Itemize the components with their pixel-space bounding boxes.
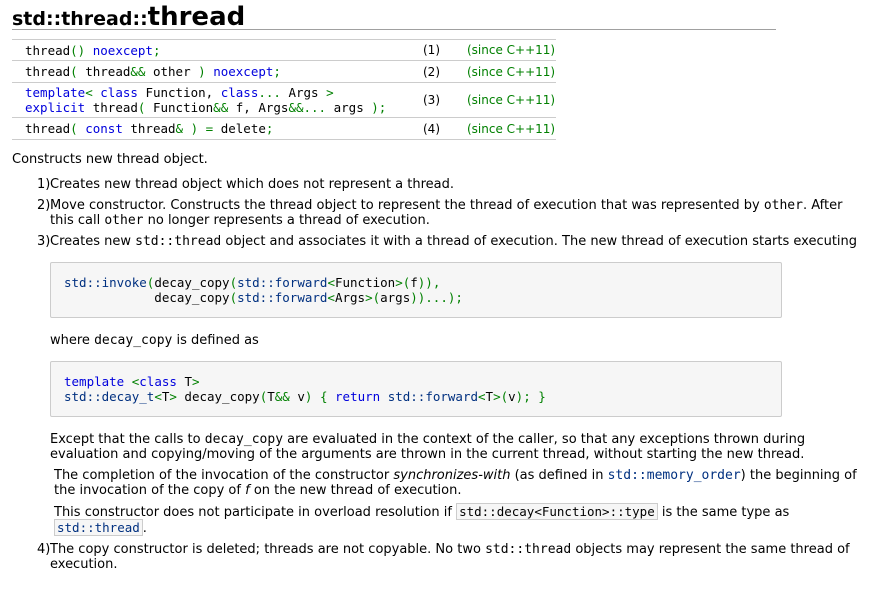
item-marker: 2) bbox=[37, 198, 51, 213]
item-text: The copy constructor is deleted; threads… bbox=[50, 542, 481, 557]
inline-code: std::thread bbox=[485, 542, 572, 557]
para-text: f bbox=[245, 483, 250, 498]
item-text: Move constructor. Constructs the thread … bbox=[50, 198, 760, 213]
item-marker: 1) bbox=[37, 177, 51, 192]
page-title: std::thread::thread bbox=[12, 0, 776, 32]
declaration-number: (4) bbox=[423, 117, 467, 140]
para-text: is the same type as bbox=[661, 505, 790, 520]
inline-code: std::thread bbox=[135, 234, 222, 249]
item-text: no longer represents a thread of executi… bbox=[147, 213, 430, 228]
inline-code: other bbox=[104, 213, 144, 228]
intro-text: Constructs new thread object. bbox=[12, 152, 208, 167]
para-text: Except that the calls to bbox=[50, 432, 201, 447]
item-text: Creates new bbox=[50, 234, 131, 249]
code-block-decay-copy: template <class T> std::decay_t<T> decay… bbox=[50, 361, 782, 417]
code-block-invoke: std::invoke(decay_copy(std::forward<Func… bbox=[50, 262, 782, 318]
declaration-number: (3) bbox=[423, 82, 467, 118]
para-text: (as defined in bbox=[514, 468, 604, 483]
declaration-row: thread( thread&& other ) noexcept; (2) (… bbox=[12, 60, 556, 83]
inline-code: std::decay<Function>::type bbox=[456, 503, 658, 520]
declaration-row: thread( const thread& ) = delete; (4) (s… bbox=[12, 117, 556, 140]
inline-code: decay_copy bbox=[94, 333, 173, 348]
para-text: . bbox=[142, 521, 147, 536]
list-item: 3) Creates new std::thread object and as… bbox=[12, 234, 858, 536]
item-text: Creates new thread object which does not… bbox=[50, 177, 455, 192]
memory-order-link[interactable]: std::memory_order bbox=[608, 468, 741, 483]
declaration-code: thread( const thread& ) = delete; bbox=[12, 117, 423, 140]
para-text: This constructor does not participate in… bbox=[54, 505, 452, 520]
declaration-row: template< class Function, class... Args … bbox=[12, 82, 556, 118]
list-item: 1) Creates new thread object which does … bbox=[12, 177, 858, 192]
list-item: 4) The copy constructor is deleted; thre… bbox=[12, 542, 858, 572]
declaration-row: thread() noexcept; (1) (since C++11) bbox=[12, 39, 556, 61]
inline-code: decay_copy bbox=[204, 432, 284, 447]
where-paragraph: where decay_copy is defined as bbox=[50, 333, 858, 348]
since-label: (since C++11) bbox=[467, 117, 556, 140]
declaration-table: thread() noexcept; (1) (since C++11) thr… bbox=[12, 39, 556, 140]
declaration-code: thread( thread&& other ) noexcept; bbox=[12, 60, 423, 83]
overload-list: 1) Creates new thread object which does … bbox=[12, 177, 858, 572]
title-name: thread bbox=[147, 2, 246, 32]
para-text: on the new thread of execution. bbox=[253, 483, 462, 498]
since-label: (since C++11) bbox=[467, 60, 556, 83]
declaration-code: template< class Function, class... Args … bbox=[12, 82, 423, 118]
item-text: object and associates it with a thread o… bbox=[225, 234, 858, 249]
para-text: where bbox=[50, 333, 90, 348]
para-text: The completion of the invocation of the … bbox=[54, 468, 390, 483]
declaration-code: thread() noexcept; bbox=[12, 39, 423, 61]
std-thread-link[interactable]: std::thread bbox=[54, 519, 143, 536]
except-paragraph: Except that the calls to decay_copy are … bbox=[50, 432, 858, 462]
page: std::thread::thread thread() noexcept; (… bbox=[0, 0, 870, 572]
since-label: (since C++11) bbox=[467, 39, 556, 61]
inline-code: other bbox=[763, 198, 803, 213]
completion-paragraph: The completion of the invocation of the … bbox=[50, 468, 858, 498]
list-item: 2) Move constructor. Constructs the thre… bbox=[12, 198, 858, 228]
item-marker: 3) bbox=[37, 234, 51, 249]
para-text: is defined as bbox=[176, 333, 259, 348]
declaration-number: (1) bbox=[423, 39, 467, 61]
item-marker: 4) bbox=[37, 542, 51, 557]
para-text: synchronizes-with bbox=[393, 468, 511, 483]
declaration-number: (2) bbox=[423, 60, 467, 83]
since-label: (since C++11) bbox=[467, 82, 556, 118]
title-prefix: std::thread:: bbox=[12, 8, 148, 30]
overload-paragraph: This constructor does not participate in… bbox=[50, 503, 858, 536]
